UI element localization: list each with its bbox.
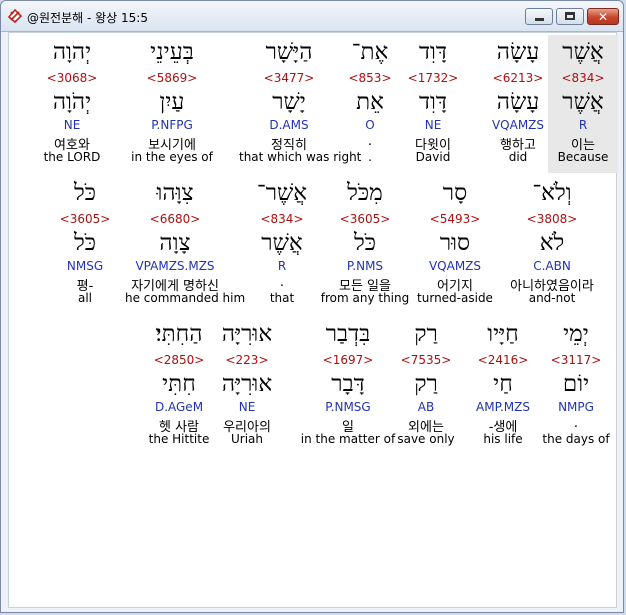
morph-code: P.NMS bbox=[346, 259, 384, 273]
english-gloss: all bbox=[77, 291, 93, 305]
strong-number: <6680> bbox=[149, 212, 201, 226]
strong-number: <3605> bbox=[339, 212, 391, 226]
hebrew-word: יְמֵי bbox=[563, 321, 589, 347]
strong-number: <3808> bbox=[526, 212, 578, 226]
morph-code: VPAMZS.MZS bbox=[135, 259, 215, 273]
hebrew-lemma: צָוָה bbox=[159, 230, 191, 256]
english-gloss: Because bbox=[557, 150, 609, 164]
hebrew-word: מִכֹּל bbox=[347, 180, 383, 206]
english-gloss: and-not bbox=[528, 291, 576, 305]
hebrew-lemma: סוּר bbox=[439, 230, 471, 256]
interlinear-panel: יְהוָה <3068> יְהֹוָה NE 여호와 the LORD בְּעֵינֵ… bbox=[8, 32, 618, 608]
hebrew-word: סָר bbox=[442, 180, 468, 206]
minimize-icon bbox=[535, 18, 544, 21]
hebrew-lemma: עַיִן bbox=[159, 89, 185, 115]
morph-code: NE bbox=[238, 400, 256, 414]
app-window: @원전분해 - 왕상 15:5 ✕ יְהוָה <3068> יְהֹוָה NE 여… bbox=[0, 0, 624, 613]
hebrew-lemma: אוּרִיָּה bbox=[221, 371, 273, 397]
hebrew-word: כֹּל bbox=[73, 180, 96, 206]
english-gloss: the LORD bbox=[43, 150, 101, 164]
hebrew-lemma: כֹּל bbox=[73, 230, 96, 256]
hebrew-lemma: כֹּל bbox=[353, 230, 376, 256]
morph-code: NMPG bbox=[558, 400, 594, 414]
hebrew-word: בְּעֵינֵי bbox=[150, 39, 194, 65]
strong-number: <5493> bbox=[429, 212, 481, 226]
maximize-button[interactable] bbox=[556, 8, 584, 25]
title-bar[interactable]: @원전분해 - 왕상 15:5 ✕ bbox=[1, 1, 623, 32]
hebrew-word: אוּרִיָּה bbox=[221, 321, 273, 347]
hebrew-lemma: לֹא bbox=[539, 230, 565, 256]
english-gloss: from any thing bbox=[320, 291, 410, 305]
english-gloss: turned-aside bbox=[417, 291, 493, 305]
strong-number: <834> bbox=[561, 71, 605, 85]
morph-code: NMSG bbox=[66, 259, 104, 273]
morph-code: P.NFPG bbox=[151, 118, 193, 132]
morph-code: VQAMZS bbox=[428, 259, 482, 273]
close-icon: ✕ bbox=[597, 9, 609, 24]
morph-code: NE bbox=[63, 118, 81, 132]
hebrew-lemma: יוֹם bbox=[562, 371, 590, 397]
hebrew-word: וְלֹא־ bbox=[532, 180, 572, 206]
app-logo-icon bbox=[7, 8, 23, 24]
english-gloss: the days of bbox=[542, 432, 610, 446]
strong-number: <3117> bbox=[550, 353, 602, 367]
hebrew-word: צִוָּהוּ bbox=[156, 180, 194, 206]
hebrew-word: אֲשֶׁר bbox=[562, 39, 604, 65]
strong-number: <3605> bbox=[59, 212, 111, 226]
morph-code: R bbox=[578, 118, 588, 132]
hebrew-word: יְהוָה bbox=[52, 39, 92, 65]
morph-code: C.ABN bbox=[533, 259, 571, 273]
strong-number: <223> bbox=[225, 353, 269, 367]
minimize-button[interactable] bbox=[525, 8, 553, 25]
close-button[interactable]: ✕ bbox=[587, 8, 619, 25]
korean-gloss: . bbox=[573, 416, 579, 431]
english-gloss: he commanded him bbox=[125, 291, 246, 305]
hebrew-lemma: יְהֹוָה bbox=[52, 89, 92, 115]
hebrew-lemma: אֲשֶׁר bbox=[562, 89, 604, 115]
strong-number: <3068> bbox=[46, 71, 98, 85]
english-gloss: Uriah bbox=[230, 432, 263, 446]
english-gloss: in the eyes of bbox=[131, 150, 213, 164]
maximize-icon bbox=[565, 12, 575, 20]
window-title: @원전분해 - 왕상 15:5 bbox=[27, 11, 148, 25]
strong-number: <5869> bbox=[146, 71, 198, 85]
